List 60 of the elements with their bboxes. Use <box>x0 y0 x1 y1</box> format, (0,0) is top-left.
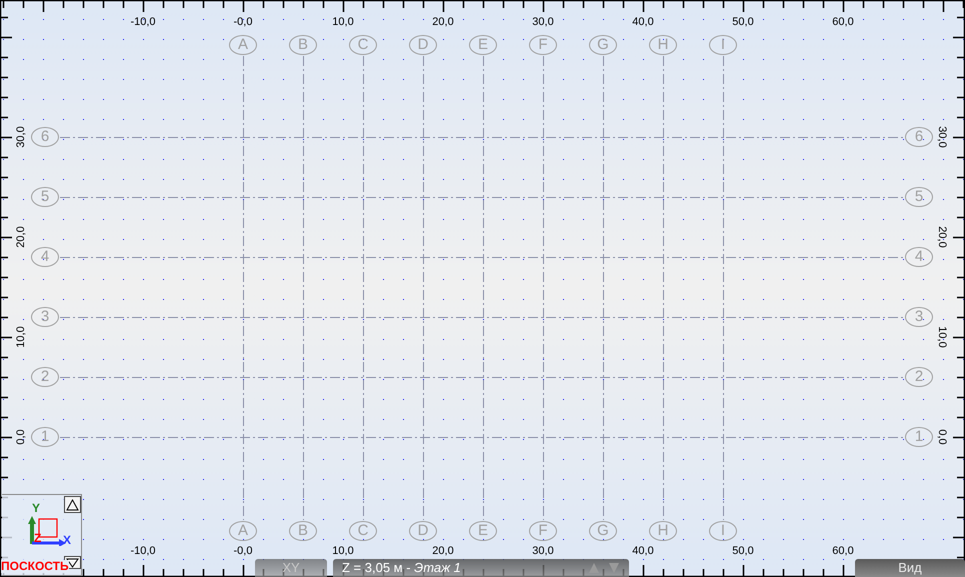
axis-bubble: 3 <box>31 307 59 327</box>
axis-bubble: F <box>529 521 557 541</box>
axis-bubble: H <box>649 35 677 55</box>
level-text: Z = 3,05 м - Этаж 1 <box>342 560 461 576</box>
axis-bubble: B <box>289 521 317 541</box>
ruler-label: 40,0 <box>632 545 654 557</box>
ruler-label: -0,0 <box>234 545 252 557</box>
ruler-label: 10,0 <box>332 545 354 557</box>
axis-bubble: C <box>349 521 377 541</box>
axis-bubble: 4 <box>31 247 59 267</box>
ruler-label: 30,0 <box>532 16 554 28</box>
axis-bubble: D <box>409 521 437 541</box>
ruler-label: 50,0 <box>732 16 754 28</box>
ruler-label: 50,0 <box>732 545 754 557</box>
axis-bubble: G <box>589 521 617 541</box>
axis-bubble: E <box>469 521 497 541</box>
axis-bubble: 4 <box>905 247 933 267</box>
axis-bubble: 1 <box>31 427 59 447</box>
axis-bubble: 3 <box>905 307 933 327</box>
ruler-label: 30,0 <box>15 126 27 148</box>
axis-bubble: C <box>349 35 377 55</box>
plane-label: ПОСКОСТЬ <box>1 560 69 573</box>
axis-bubble: 6 <box>31 127 59 147</box>
axis-bubble: A <box>229 521 257 541</box>
axis-bubble: 1 <box>905 427 933 447</box>
axis-bubble: 6 <box>905 127 933 147</box>
axis-bubble: 2 <box>31 367 59 387</box>
ruler-label: -10,0 <box>130 16 156 28</box>
axis-bubble: 2 <box>905 367 933 387</box>
ruler-label: 20,0 <box>432 16 454 28</box>
ruler-label: 10,0 <box>936 326 948 348</box>
ruler-label: 60,0 <box>832 545 854 557</box>
axis-label: Y <box>32 502 40 514</box>
axis-bubble: G <box>589 35 617 55</box>
ruler-label: 10,0 <box>332 16 354 28</box>
ruler-label: 30,0 <box>532 545 554 557</box>
ruler-label: 0,0 <box>936 429 948 445</box>
ruler-label: -0,0 <box>234 16 252 28</box>
axis-bubble: E <box>469 35 497 55</box>
ruler-label: 30,0 <box>936 126 948 148</box>
ruler-label: -10,0 <box>130 545 156 557</box>
ruler-label: 20,0 <box>15 226 27 248</box>
ruler-label: 60,0 <box>832 16 854 28</box>
axis-bubble: 5 <box>31 187 59 207</box>
view-button[interactable]: Вид <box>855 559 965 577</box>
up-button[interactable] <box>64 496 81 513</box>
triangle-up-icon <box>66 498 79 510</box>
ruler-label: 20,0 <box>936 226 948 248</box>
axis-bubble: 5 <box>905 187 933 207</box>
ruler-label: 10,0 <box>15 326 27 348</box>
axis-bubble: I <box>709 521 737 541</box>
axis-bubble: D <box>409 35 437 55</box>
ruler-label: 20,0 <box>432 545 454 557</box>
axis-bubble: F <box>529 35 557 55</box>
ruler-label: 0,0 <box>15 429 27 445</box>
axis-bubble: I <box>709 35 737 55</box>
ruler-label: 40,0 <box>632 16 654 28</box>
axis-bubble: B <box>289 35 317 55</box>
axis-bubble: A <box>229 35 257 55</box>
axis-bubble: H <box>649 521 677 541</box>
